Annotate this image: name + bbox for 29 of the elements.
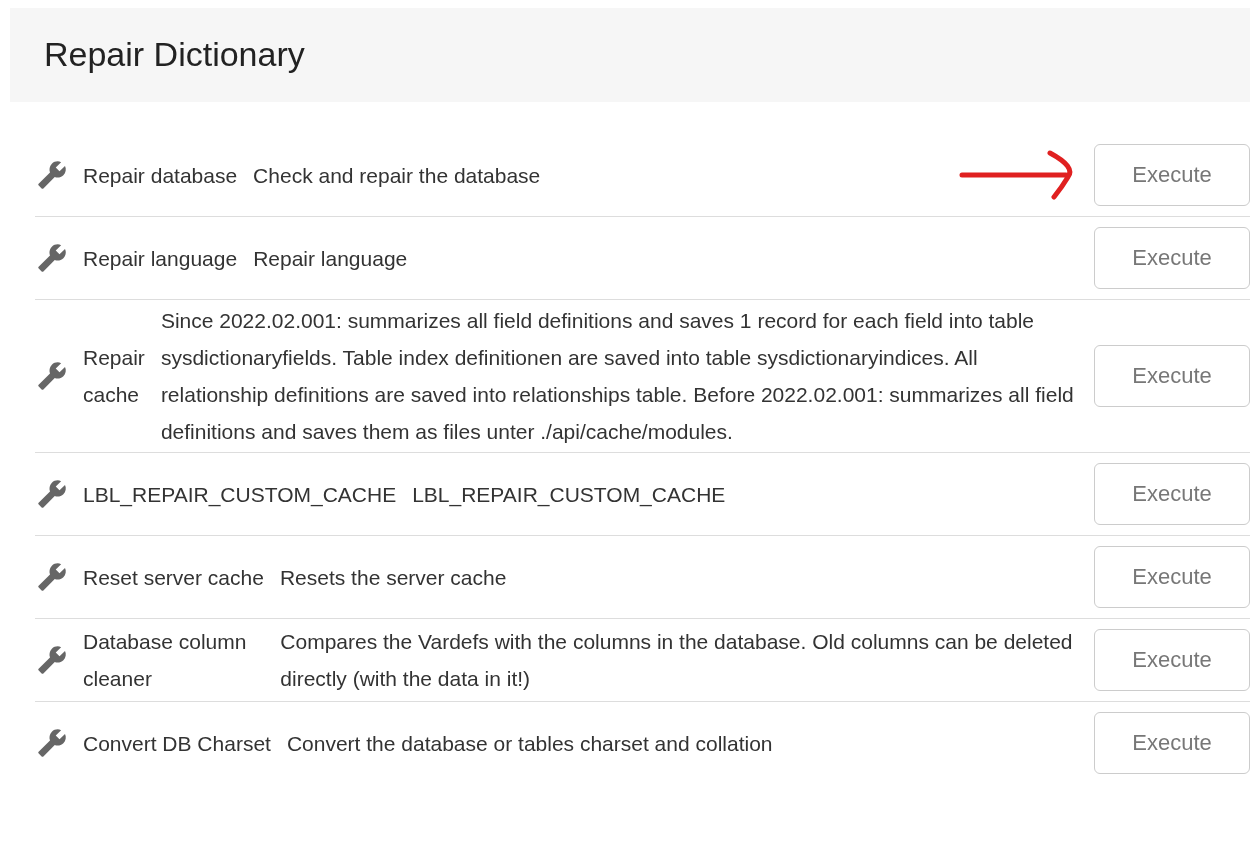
action-name: Reset server cache [83,564,264,591]
wrench-icon [37,361,67,391]
action-name: Repair language [83,245,238,272]
action-description: Repair language [253,245,408,272]
action-description: Convert the database or tables charset and collation [286,730,773,757]
action-name: Database column cleaner [83,629,248,692]
wrench-icon [37,728,67,758]
action-description: LBL_REPAIR_CUSTOM_CACHE [412,481,726,509]
action-description: Check and repair the database [253,162,541,189]
execute-button[interactable]: Execute [1094,227,1250,289]
action-name: Convert DB Charset [83,730,271,757]
page-title: Repair Dictionary [44,34,306,75]
wrench-icon [37,243,67,273]
execute-button[interactable]: Execute [1094,712,1250,774]
execute-button[interactable]: Execute [1094,546,1250,608]
action-name: Repair database [83,162,238,189]
action-description: Resets the server cache [279,564,507,591]
execute-button[interactable]: Execute [1094,345,1250,407]
wrench-icon [37,562,67,592]
execute-button[interactable]: Execute [1094,463,1250,525]
action-description: Compares the Vardefs with the columns in the database. Old columns can be deleted directly (with the data in it!) [280,629,1074,692]
action-name: Repair cache [83,345,145,408]
action-description: Since 2022.02.001: summarizes all field definitions and saves 1 record for each field into table sysdictionaryfields. Table index definitionen are saved into table sysdictionaryindices. All relationship definitions are saved into relationships table. Before 2022.02.001: summarizes all field definitions and saves them as files unter ./api/cache/modules. [160,308,1075,445]
execute-button[interactable]: Execute [1094,629,1250,691]
wrench-icon [37,160,67,190]
wrench-icon [37,479,67,509]
wrench-icon [37,645,67,675]
action-name: LBL_REPAIR_CUSTOM_CACHE [83,481,397,509]
execute-button[interactable]: Execute [1094,144,1250,206]
